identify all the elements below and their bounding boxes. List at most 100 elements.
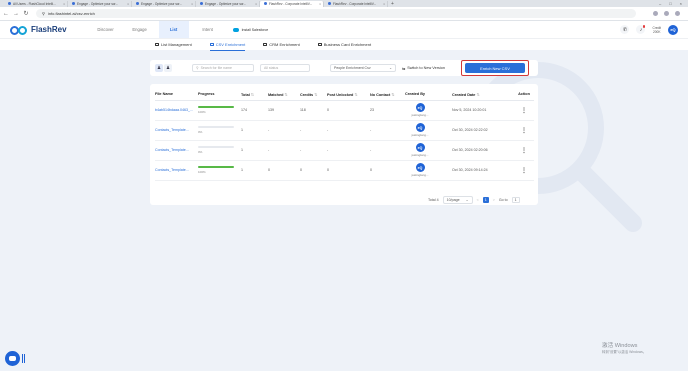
subnav-crm-enrichment[interactable]: CRM Enrichment [263,39,300,51]
column-header[interactable]: Matched⇅ [268,89,300,101]
view-toggle: ♟ ♟ [155,64,172,72]
table-header-row: File Name Progress Total⇅ Matched⇅ Credi… [155,89,534,101]
nav-discover[interactable]: Discover [91,21,121,38]
pagination: Total 4 10/page ⌄ < 1 > Go to 1 [428,196,520,204]
subnav-business-card-enrichment[interactable]: Business Card Enrichment [317,39,371,51]
browser-toolbar-icons [653,11,688,16]
chat-bubble-icon [9,356,16,361]
switch-version-button[interactable]: ⇆ Switch to New Version [402,66,445,71]
nav-intent[interactable]: Intent [193,21,223,38]
close-tab-icon[interactable]: × [255,2,257,6]
no-contact-cell: 0 [370,160,405,181]
drag-handle-icon[interactable] [22,354,25,363]
notification-bell-icon[interactable]: ♪ [636,25,646,34]
address-bar: ← → ↻ ⚲ info.flashintel.ai/csv-enrich [0,7,688,21]
progress-bar-fill [198,166,234,169]
progress-bar [198,106,234,109]
forward-icon[interactable]: → [12,11,20,17]
progress-cell: 100% [198,100,241,121]
url-field[interactable]: ⚲ info.flashintel.ai/csv-enrich [36,9,636,18]
prev-page-button[interactable]: < [477,198,479,202]
sub-nav: List Management CSV Enrichment CRM Enric… [0,38,688,51]
browser-tab[interactable]: FlashRev - Corporate IntelliV... × [324,0,388,7]
credits-cell: 0 [300,160,327,181]
matched-cell: - [268,140,300,161]
user-avatar: eQ [415,163,425,172]
credit-indicator[interactable]: Credit 200K [652,26,661,34]
progress-bar-fill [198,106,234,109]
column-header[interactable]: Post Unlocked⇅ [327,89,370,101]
phone-icon[interactable]: ✆ [620,25,630,34]
column-header[interactable]: Total⇅ [241,89,268,101]
site-info-icon[interactable]: ⚲ [42,11,45,16]
maximize-icon[interactable]: □ [669,1,671,6]
browser-tab[interactable]: All Users - FlashCloud Intelli... × [4,0,68,7]
logo[interactable]: FlashRev [10,25,67,35]
close-window-icon[interactable]: × [680,1,682,6]
total-cell: 1 [241,140,268,161]
file-name-link[interactable]: Contacts_Template... [155,140,198,161]
close-tab-icon[interactable]: × [319,2,321,6]
post-unlocked-cell: - [327,120,370,141]
browser-tab[interactable]: Engage - Optimize your scr... × [68,0,132,7]
file-search-input[interactable]: ⚲ Search for file name [192,64,254,72]
file-name-link[interactable]: Contacts_Template... [155,160,198,181]
new-tab-icon[interactable]: + [391,1,394,7]
single-user-icon[interactable]: ♟ [155,64,163,72]
browser-tab-active[interactable]: FlashRev - Corporate IntelliV... × [260,0,324,7]
table-row[interactable]: Contacts_Template... 0% 1- - - - eQ justinglong… [155,140,534,161]
more-actions-icon[interactable]: ⋮ [514,120,534,141]
page-number-current[interactable]: 1 [482,197,489,203]
table-row[interactable]: b4ab514bdaaa.0463_... 100% 174 139 118 0 23 eQ j… [155,100,534,121]
created-by-cell: eQ justinglong... [405,160,452,181]
browser-tab[interactable]: Engage - Optimize your scr... × [196,0,260,7]
progress-bar [198,166,234,169]
file-name-link[interactable]: Contacts_Template... [155,120,198,141]
subnav-csv-enrichment[interactable]: CSV Enrichment [209,39,245,51]
csv-enrichment-table: File Name Progress Total⇅ Matched⇅ Credi… [155,89,534,181]
main-nav: Discover Engage List Intent [91,21,227,38]
minimize-icon[interactable]: – [659,1,661,6]
reload-icon[interactable]: ↻ [22,10,30,17]
page-size-select[interactable]: 10/page ⌄ [442,196,473,204]
column-header[interactable]: Credits⇅ [300,89,327,101]
column-header[interactable]: No Contact⇅ [370,89,405,101]
swap-icon: ⇆ [402,66,406,71]
column-header: Progress [198,89,241,101]
nav-list[interactable]: List [158,21,189,38]
progress-bar [198,126,234,129]
menu-icon[interactable] [675,11,680,16]
profile-icon[interactable] [664,11,669,16]
favicon-icon [136,2,139,5]
close-tab-icon[interactable]: × [63,2,65,6]
extension-icon[interactable] [653,11,658,16]
column-header[interactable]: Created Date⇅ [452,89,514,101]
status-select[interactable]: All status [260,64,310,72]
post-unlocked-cell: 0 [327,160,370,181]
more-actions-icon[interactable]: ⋮ [514,100,534,121]
enrich-new-csv-button[interactable]: Enrich New CSV [465,63,525,73]
close-tab-icon[interactable]: × [127,2,129,6]
column-header: File Name [155,89,198,101]
install-salesforce-link[interactable]: Install Salesforce [232,27,268,32]
file-name-link[interactable]: b4ab514bdaaa.0463_... [155,100,198,121]
close-tab-icon[interactable]: × [383,2,385,6]
more-actions-icon[interactable]: ⋮ [514,160,534,181]
created-by-cell: eQ justinglong... [405,100,452,121]
nav-engage[interactable]: Engage [125,21,155,38]
progress-label: 100% [198,169,206,174]
chat-widget-button[interactable] [5,351,20,366]
table-row[interactable]: Contacts_Template... 0% 1- - - - eQ justinglong… [155,120,534,141]
group-users-icon[interactable]: ♟ [164,64,172,72]
browser-tab[interactable]: Engage - Optimize your scr... × [132,0,196,7]
back-icon[interactable]: ← [2,11,10,17]
credits-cell: 118 [300,100,327,121]
close-tab-icon[interactable]: × [191,2,193,6]
more-actions-icon[interactable]: ⋮ [514,140,534,161]
user-avatar[interactable]: eQ [668,24,678,35]
enrichment-type-select[interactable]: People Enrichment Csv ⌄ [330,64,396,72]
next-page-button[interactable]: > [493,198,495,202]
goto-page-input[interactable]: 1 [511,197,520,203]
table-row[interactable]: Contacts_Template... 100% 1 0 0 0 0 eQ justinglo… [155,160,534,181]
subnav-list-management[interactable]: List Management [155,39,192,51]
